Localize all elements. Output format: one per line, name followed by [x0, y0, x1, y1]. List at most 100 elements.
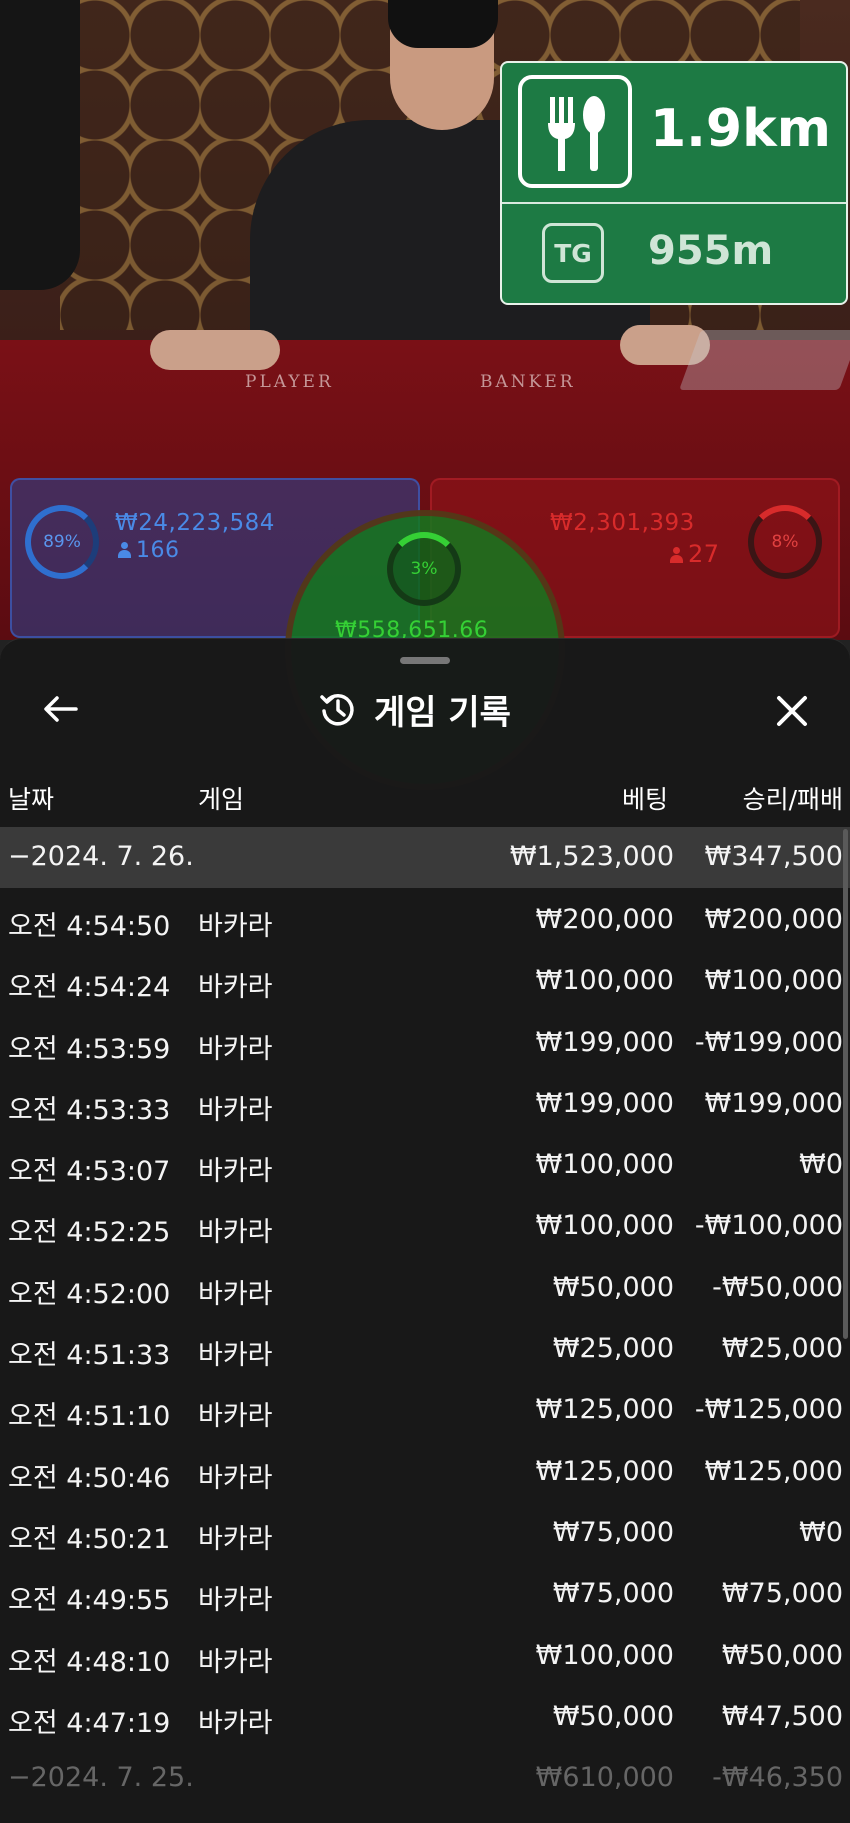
history-row[interactable]: 오전 4:53:33 바카라 ₩199,000 ₩199,000 — [0, 1074, 850, 1135]
close-icon — [777, 696, 807, 726]
row-time: 오전 4:48:10 — [8, 1646, 171, 1678]
row-bet: ₩125,000 — [535, 1394, 674, 1426]
row-game: 바카라 — [198, 1646, 273, 1678]
history-row[interactable]: 오전 4:48:10 바카라 ₩100,000 ₩50,000 — [0, 1626, 850, 1687]
arrow-left-icon — [44, 696, 78, 722]
row-game: 바카라 — [198, 1585, 273, 1617]
history-row[interactable]: 오전 4:50:46 바카라 ₩125,000 ₩125,000 — [0, 1442, 850, 1503]
row-result: ₩0 — [799, 1149, 843, 1181]
sign-divider — [502, 202, 846, 204]
row-result: ₩75,000 — [721, 1578, 843, 1610]
group-date: −2024. 7. 26. — [8, 841, 194, 872]
column-header-date: 날짜 — [8, 785, 55, 814]
group-total-bet: ₩1,523,000 — [509, 841, 674, 872]
row-bet: ₩199,000 — [535, 1087, 674, 1119]
felt-label-player: PLAYER — [245, 372, 334, 392]
row-result: -₩50,000 — [712, 1271, 843, 1303]
row-game: 바카라 — [198, 1217, 273, 1249]
row-game: 바카라 — [198, 1462, 273, 1494]
page-title: 게임 기록 — [374, 692, 511, 733]
row-result: -₩100,000 — [694, 1210, 843, 1242]
row-time: 오전 4:51:33 — [8, 1340, 171, 1372]
game-history-sheet: 게임 기록 날짜 게임 베팅 승리/패배 −2024. 7. 26. ₩1,52… — [0, 638, 850, 1823]
history-row[interactable]: 오전 4:47:19 바카라 ₩50,000 ₩47,500 — [0, 1687, 850, 1748]
row-bet: ₩50,000 — [552, 1700, 674, 1732]
row-game: 바카라 — [198, 1523, 273, 1555]
date-group-header[interactable]: −2024. 7. 26. ₩1,523,000 ₩347,500 — [0, 827, 850, 888]
row-bet: ₩200,000 — [535, 904, 674, 935]
group-date: −2024. 7. 25. — [8, 1762, 194, 1794]
row-bet: ₩25,000 — [552, 1333, 674, 1365]
row-result: ₩25,000 — [721, 1333, 843, 1365]
player-bettor-count: 166 — [118, 538, 180, 563]
group-total-bet: ₩610,000 — [535, 1762, 674, 1794]
group-total-result: -₩46,350 — [712, 1762, 843, 1794]
scrollbar[interactable] — [843, 829, 848, 1339]
dealer-left-hand — [150, 330, 280, 370]
sheet-drag-handle[interactable] — [400, 657, 450, 664]
felt-label-banker: BANKER — [480, 372, 576, 392]
row-bet: ₩100,000 — [535, 1639, 674, 1671]
close-button[interactable] — [768, 687, 816, 735]
row-result: ₩200,000 — [704, 904, 843, 935]
history-icon — [320, 693, 354, 726]
row-result: ₩125,000 — [704, 1455, 843, 1487]
distance-sign: 1.9km TG 955m — [500, 61, 848, 305]
food-distance: 1.9km — [650, 99, 831, 159]
row-result: ₩100,000 — [704, 965, 843, 997]
banker-percent-ring: 8% — [748, 505, 822, 579]
back-button[interactable] — [38, 687, 82, 731]
row-time: 오전 4:54:24 — [8, 972, 171, 1004]
row-bet: ₩100,000 — [535, 1149, 674, 1181]
history-row[interactable]: 오전 4:54:24 바카라 ₩100,000 ₩100,000 — [0, 951, 850, 1012]
row-game: 바카라 — [198, 911, 273, 942]
history-row[interactable]: 오전 4:51:33 바카라 ₩25,000 ₩25,000 — [0, 1319, 850, 1380]
card-shoe — [679, 330, 850, 390]
row-time: 오전 4:53:07 — [8, 1156, 171, 1188]
history-list[interactable]: −2024. 7. 26. ₩1,523,000 ₩347,500 오전 4:5… — [0, 827, 850, 1809]
row-time: 오전 4:50:46 — [8, 1462, 171, 1494]
food-icon — [518, 75, 632, 188]
dealer-hair — [388, 0, 498, 48]
row-result: ₩50,000 — [721, 1639, 843, 1671]
history-row[interactable]: 오전 4:52:25 바카라 ₩100,000 -₩100,000 — [0, 1196, 850, 1257]
row-result: -₩199,000 — [694, 1026, 843, 1058]
row-bet: ₩75,000 — [552, 1516, 674, 1548]
history-row[interactable]: 오전 4:50:21 바카라 ₩75,000 ₩0 — [0, 1503, 850, 1564]
history-row[interactable]: 오전 4:49:55 바카라 ₩75,000 ₩75,000 — [0, 1564, 850, 1625]
row-time: 오전 4:52:00 — [8, 1278, 171, 1310]
column-header-bet: 베팅 — [621, 785, 668, 814]
history-row[interactable]: 오전 4:53:07 바카라 ₩100,000 ₩0 — [0, 1135, 850, 1196]
row-game: 바카라 — [198, 1401, 273, 1433]
row-game: 바카라 — [198, 1094, 273, 1126]
row-bet: ₩50,000 — [552, 1271, 674, 1303]
row-time: 오전 4:50:21 — [8, 1523, 171, 1555]
tie-percent-ring: 3% — [387, 532, 461, 606]
row-result: ₩47,500 — [721, 1700, 843, 1732]
row-result: ₩0 — [799, 1516, 843, 1548]
player-total-amount: ₩24,223,584 — [115, 510, 275, 536]
row-bet: ₩199,000 — [535, 1026, 674, 1058]
row-time: 오전 4:47:19 — [8, 1707, 171, 1739]
row-time: 오전 4:53:59 — [8, 1033, 171, 1065]
row-game: 바카라 — [198, 972, 273, 1004]
date-group-header[interactable]: −2024. 7. 25. ₩610,000 -₩46,350 — [0, 1748, 850, 1809]
row-game: 바카라 — [198, 1156, 273, 1188]
group-total-result: ₩347,500 — [704, 841, 843, 872]
row-game: 바카라 — [198, 1707, 273, 1739]
row-time: 오전 4:53:33 — [8, 1094, 171, 1126]
row-time: 오전 4:51:10 — [8, 1401, 171, 1433]
banker-total-amount: ₩2,301,393 — [550, 510, 695, 536]
history-row[interactable]: 오전 4:53:59 바카라 ₩199,000 -₩199,000 — [0, 1013, 850, 1074]
row-game: 바카라 — [198, 1033, 273, 1065]
column-header-win-loss: 승리/패배 — [742, 785, 843, 814]
row-game: 바카라 — [198, 1278, 273, 1310]
history-row[interactable]: 오전 4:54:50 바카라 ₩200,000 ₩200,000 — [0, 890, 850, 951]
row-bet: ₩125,000 — [535, 1455, 674, 1487]
history-row[interactable]: 오전 4:51:10 바카라 ₩125,000 -₩125,000 — [0, 1380, 850, 1441]
row-result: -₩125,000 — [694, 1394, 843, 1426]
history-row[interactable]: 오전 4:52:00 바카라 ₩50,000 -₩50,000 — [0, 1258, 850, 1319]
player-percent-ring: 89% — [25, 505, 99, 579]
sheet-header: 게임 기록 — [318, 683, 511, 735]
banker-bettor-count: 27 — [670, 540, 720, 568]
